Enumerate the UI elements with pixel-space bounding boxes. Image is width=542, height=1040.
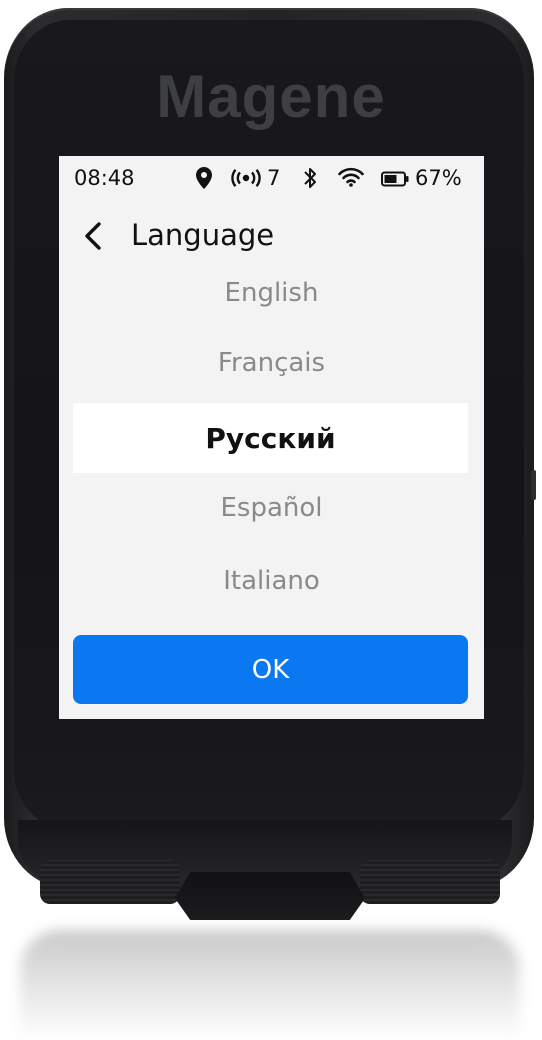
language-option-spanish[interactable]: Español <box>59 493 484 523</box>
grip-texture-left <box>40 860 180 904</box>
chevron-left-icon[interactable] <box>79 218 109 254</box>
status-bar: 08:48 7 67% <box>59 156 484 200</box>
side-button[interactable] <box>531 470 536 500</box>
mount-slot <box>175 872 365 920</box>
status-time: 08:48 <box>74 166 135 190</box>
screen-header: Language <box>59 214 484 258</box>
language-option-french[interactable]: Français <box>59 348 484 378</box>
device-screen: 08:48 7 67% Language English Français Ру… <box>59 156 484 719</box>
language-option-russian-selected[interactable]: Русский <box>73 403 468 473</box>
grip-texture-right <box>360 860 500 904</box>
location-icon <box>196 167 212 189</box>
gps-satellite-count: 7 <box>267 166 281 190</box>
satellite-signal-icon <box>231 169 261 187</box>
device-reflection <box>20 930 520 1040</box>
bluetooth-icon <box>304 168 316 188</box>
ok-button-label: OK <box>251 654 290 685</box>
ok-button[interactable]: OK <box>73 635 468 704</box>
page-title: Language <box>131 218 275 252</box>
brand-logo: Magene <box>156 63 386 130</box>
wifi-icon <box>338 167 364 187</box>
selected-language-label: Русский <box>205 421 336 455</box>
battery-icon <box>381 171 409 187</box>
language-option-italian[interactable]: Italiano <box>59 566 484 596</box>
language-option-english[interactable]: English <box>59 278 484 308</box>
battery-percent: 67% <box>415 166 462 190</box>
